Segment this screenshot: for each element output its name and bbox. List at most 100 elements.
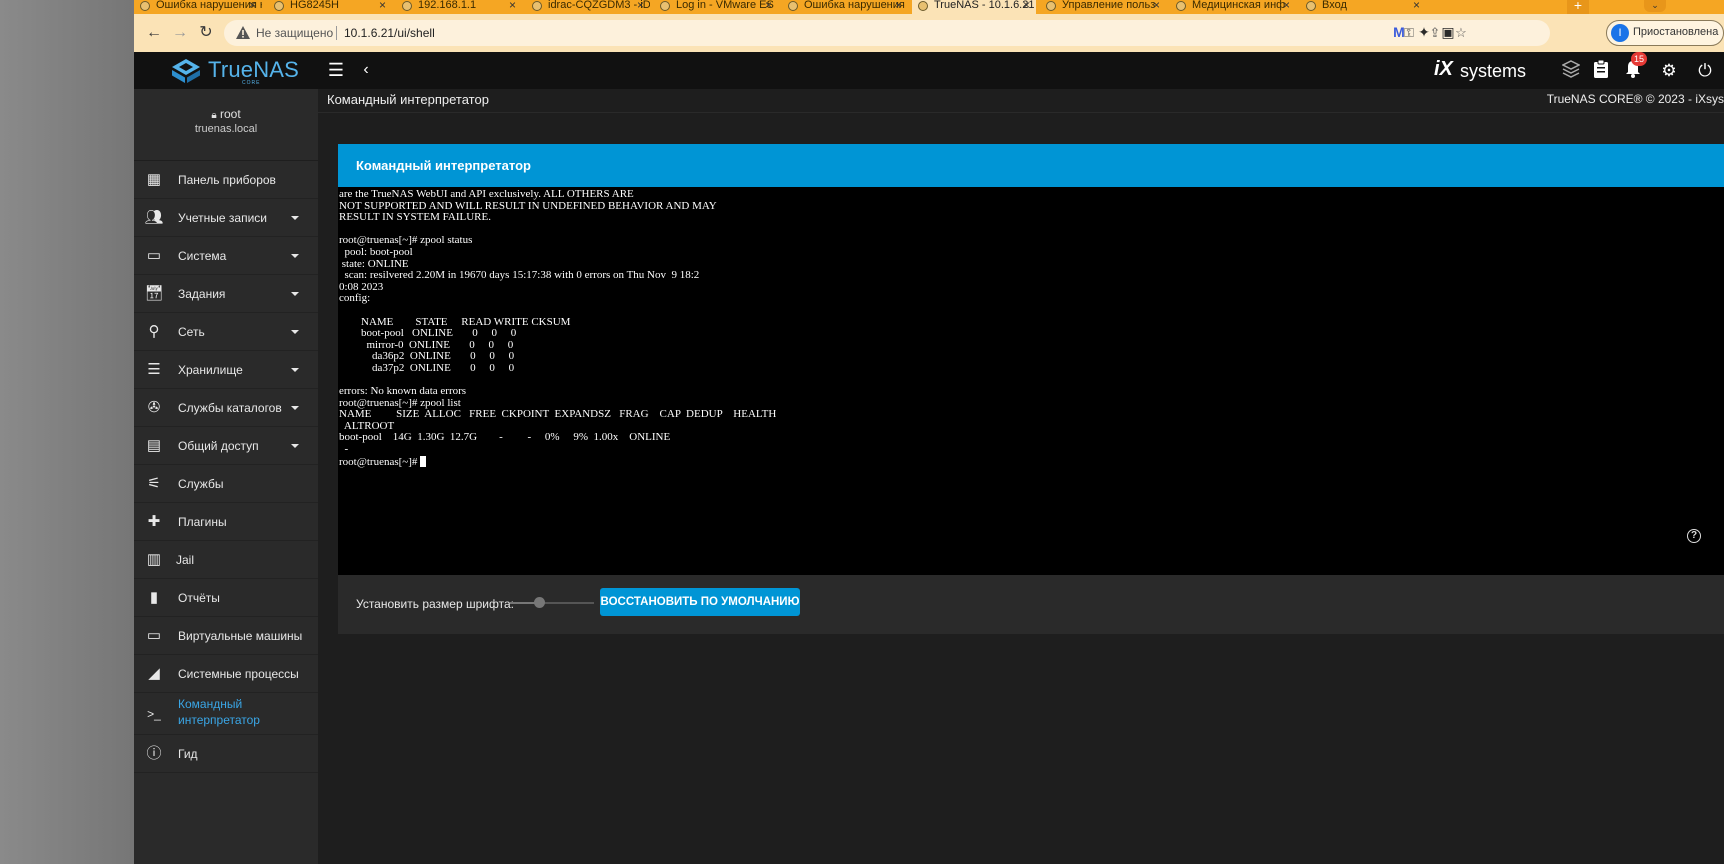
sidebar-item[interactable]: ▥ Jail: [134, 541, 318, 579]
browser-toolbar: ← → ↻ Не защищено 10.1.6.21/ui/shell ⚿ ⇪…: [134, 14, 1724, 52]
sidebar-item[interactable]: 📅︎ Задания: [134, 275, 318, 313]
truenas-logo-icon: [172, 59, 200, 83]
forward-arrow-icon[interactable]: →: [170, 23, 190, 43]
browser-tab[interactable]: TrueNAS - 10.1.6.21 ×: [912, 0, 1036, 14]
extensions-puzzle-icon[interactable]: ✦: [1414, 22, 1434, 42]
tab-close-icon[interactable]: ×: [637, 0, 644, 11]
sidebar-item-label: Командный интерпретатор: [178, 697, 260, 727]
sidebar-item[interactable]: ⓘ Гид: [134, 735, 318, 773]
vm-icon: ▭: [146, 627, 162, 644]
page-title: Командный интерпретатор: [327, 92, 489, 107]
tab-close-icon[interactable]: ×: [1413, 0, 1420, 11]
tab-close-icon[interactable]: ×: [895, 0, 902, 11]
browser-tab[interactable]: Log in - VMware ES ×: [654, 0, 778, 14]
address-bar[interactable]: Не защищено 10.1.6.21/ui/shell ⚿ ⇪ ☆: [224, 20, 1550, 46]
back-arrow-icon[interactable]: ←: [144, 23, 164, 43]
sidebar-item[interactable]: 👥︎ Учетные записи: [134, 199, 318, 237]
font-size-slider-thumb[interactable]: [534, 597, 546, 608]
sidebar-item[interactable]: ✚ Плагины: [134, 503, 318, 541]
power-icon[interactable]: ⏻: [1694, 60, 1716, 82]
layers-icon[interactable]: [1560, 60, 1582, 82]
url-text[interactable]: 10.1.6.21/ui/shell: [344, 26, 435, 40]
profile-button[interactable]: I Приостановлена: [1606, 20, 1724, 46]
browser-tab[interactable]: Вход ×: [1300, 0, 1426, 14]
terminal-line: 0:08 2023: [339, 280, 384, 293]
tab-close-icon[interactable]: ×: [1153, 0, 1160, 11]
truenas-logo[interactable]: TrueNAS CORE: [170, 56, 299, 86]
sidebar-item[interactable]: ▭ Система: [134, 237, 318, 275]
tab-close-icon[interactable]: ×: [765, 0, 772, 11]
sidebar-item[interactable]: ⚲ Сеть: [134, 313, 318, 351]
title-divider: [318, 112, 1724, 113]
terminal-line: pool: boot-pool: [339, 245, 413, 258]
ixsystems-logo[interactable]: iX systems: [1434, 56, 1544, 86]
caret-down-icon: [291, 254, 299, 258]
terminal-line: root@truenas[~]# zpool status: [339, 234, 473, 247]
menu-icon[interactable]: ☰: [326, 60, 346, 80]
browser-tab[interactable]: Управление польз ×: [1040, 0, 1166, 14]
sidebar-item-label: Панель приборов: [178, 173, 276, 187]
sidebar-item-label: Учетные записи: [178, 211, 267, 225]
browser-window: Ошибка нарушения ко × HG8245H × 192.168.1.1 ×…: [134, 0, 1724, 864]
tab-close-icon[interactable]: ×: [509, 0, 516, 11]
directory-icon: ✇: [147, 399, 161, 416]
tab-favicon-icon: [788, 1, 798, 11]
clipboard-icon[interactable]: [1590, 59, 1612, 82]
tab-search-button[interactable]: ⌄: [1644, 0, 1666, 12]
sidebar-item[interactable]: >_ Командный интерпретатор: [134, 693, 318, 735]
terminal-line: -: [339, 443, 349, 456]
side-panel-icon[interactable]: ▣: [1438, 22, 1458, 42]
jail-icon: ▥: [146, 551, 162, 568]
chevron-left-icon[interactable]: ‹: [356, 60, 376, 80]
caret-down-icon: [291, 368, 299, 372]
browser-tab[interactable]: idrac-CQZGDM3 - iD ×: [526, 0, 650, 14]
sidebar-item[interactable]: ⚟ Службы: [134, 465, 318, 503]
plugins-icon: ✚: [147, 513, 161, 530]
sidebar-item[interactable]: ☰ Хранилище: [134, 351, 318, 389]
restore-defaults-button[interactable]: ВОССТАНОВИТЬ ПО УМОЛЧАНИЮ: [600, 588, 800, 616]
sidebar-item[interactable]: ▮ Отчёты: [134, 579, 318, 617]
tab-favicon-icon: [1306, 1, 1316, 11]
terminal-line: RESULT IN SYSTEM FAILURE.: [339, 211, 491, 224]
sidebar-item[interactable]: ▭ Виртуальные машины: [134, 617, 318, 655]
main-content: Командный интерпретатор TrueNAS CORE® © …: [318, 89, 1724, 864]
browser-tab[interactable]: Ошибка нарушения ко ×: [134, 0, 262, 14]
tab-close-icon[interactable]: ×: [249, 0, 256, 11]
notification-count-badge: 15: [1631, 52, 1647, 66]
user-name: 🔒︎ root: [134, 107, 318, 121]
dashboard-icon: ▦: [146, 171, 162, 188]
accounts-icon: 👥︎: [144, 209, 164, 226]
help-icon[interactable]: ?: [1687, 529, 1701, 543]
security-label: Не защищено: [256, 26, 334, 40]
browser-tab[interactable]: 192.168.1.1 ×: [396, 0, 522, 14]
processes-icon: ◢: [148, 665, 160, 682]
tab-title: idrac-CQZGDM3 - iD: [548, 0, 650, 11]
sidebar-item-label: Плагины: [178, 515, 227, 529]
sidebar-item[interactable]: ▤ Общий доступ: [134, 427, 318, 465]
sidebar-item[interactable]: ▦ Панель приборов: [134, 161, 318, 199]
browser-tab[interactable]: Ошибка нарушения ко ×: [782, 0, 908, 14]
browser-tab[interactable]: Медицинская инф ×: [1170, 0, 1296, 14]
new-tab-button[interactable]: +: [1567, 0, 1589, 14]
extension-m-icon[interactable]: M: [1389, 22, 1409, 42]
profile-status-label: Приостановлена: [1633, 26, 1719, 38]
info-icon: ⓘ: [146, 745, 162, 762]
sidebar-item[interactable]: ◢ Системные процессы: [134, 655, 318, 693]
browser-tab[interactable]: HG8245H ×: [268, 0, 392, 14]
sidebar-item[interactable]: ✇ Службы каталогов: [134, 389, 318, 427]
caret-down-icon: [291, 292, 299, 296]
sidebar-item-label: Службы каталогов: [178, 401, 282, 415]
terminal[interactable]: are the TrueNAS WebUI and API exclusivel…: [338, 187, 1724, 575]
tab-close-icon[interactable]: ×: [1283, 0, 1290, 11]
tab-title: Ошибка нарушения ко: [804, 0, 908, 11]
tab-favicon-icon: [274, 1, 284, 11]
sidebar-item-label: Общий доступ: [178, 439, 259, 453]
tab-title: Ошибка нарушения ко: [156, 0, 262, 11]
tab-favicon-icon: [1176, 1, 1186, 11]
reload-icon[interactable]: ↻: [196, 23, 216, 43]
tab-close-icon[interactable]: ×: [1023, 0, 1030, 11]
sharing-icon: ▤: [146, 437, 162, 454]
caret-down-icon: [291, 444, 299, 448]
gear-icon[interactable]: ⚙: [1658, 60, 1680, 82]
tab-close-icon[interactable]: ×: [379, 0, 386, 11]
